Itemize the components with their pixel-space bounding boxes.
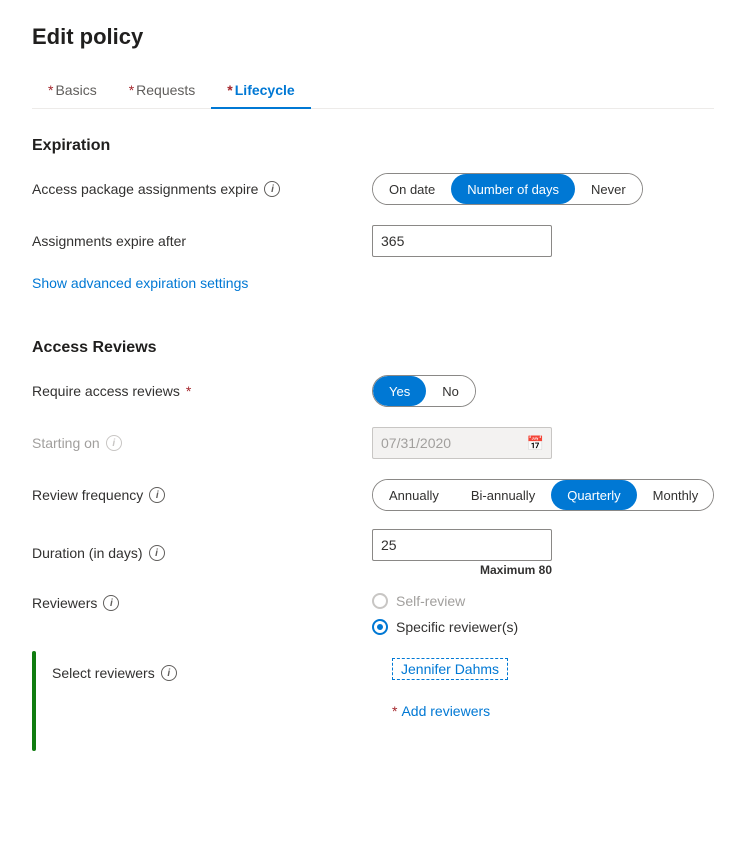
access-reviews-section: Access Reviews Require access reviews * … [32, 339, 714, 751]
specific-reviewer-label: Specific reviewer(s) [396, 619, 518, 635]
frequency-row: Review frequency i Annually Bi-annually … [32, 477, 714, 513]
tab-requests[interactable]: *Requests [113, 74, 212, 108]
require-reviews-row: Require access reviews * Yes No [32, 373, 714, 409]
expire-row: Access package assignments expire i On d… [32, 171, 714, 207]
access-reviews-title: Access Reviews [32, 339, 714, 357]
reviewers-info-icon[interactable]: i [103, 595, 119, 611]
require-reviews-toggle: Yes No [372, 375, 476, 407]
starting-on-row: Starting on i 📅 [32, 425, 714, 461]
reviewer-radio-group: Self-review Specific reviewer(s) [372, 593, 518, 635]
tab-bar: *Basics *Requests *Lifecycle [32, 74, 714, 109]
expire-number-of-days-btn[interactable]: Number of days [451, 174, 575, 204]
select-reviewers-label: Select reviewers i [52, 665, 392, 681]
advanced-expiration-link[interactable]: Show advanced expiration settings [32, 275, 248, 291]
expire-after-label: Assignments expire after [32, 233, 372, 249]
select-reviewers-info-icon[interactable]: i [161, 665, 177, 681]
expire-toggle-group: On date Number of days Never [372, 173, 643, 205]
reviewers-row: Reviewers i Self-review Specific reviewe… [32, 593, 714, 635]
require-yes-btn[interactable]: Yes [373, 376, 426, 406]
duration-input[interactable] [372, 529, 552, 561]
page-title: Edit policy [32, 24, 714, 50]
specific-reviewer-option[interactable]: Specific reviewer(s) [372, 619, 518, 635]
add-reviewers-star: * [392, 703, 397, 719]
frequency-monthly-btn[interactable]: Monthly [637, 480, 714, 510]
expire-never-btn[interactable]: Never [575, 174, 642, 204]
duration-label: Duration (in days) i [32, 545, 372, 561]
green-accent-bar [32, 651, 36, 751]
expiration-title: Expiration [32, 137, 714, 155]
self-review-option[interactable]: Self-review [372, 593, 518, 609]
max-label: Maximum 80 [372, 563, 552, 577]
expiration-section: Expiration Access package assignments ex… [32, 137, 714, 315]
frequency-toggle-group: Annually Bi-annually Quarterly Monthly [372, 479, 714, 511]
expire-label: Access package assignments expire i [32, 181, 372, 197]
starting-on-input-wrap: 📅 [372, 427, 552, 459]
frequency-info-icon[interactable]: i [149, 487, 165, 503]
starting-on-label: Starting on i [32, 435, 372, 451]
select-reviewers-row: Select reviewers i Jennifer Dahms [52, 655, 714, 691]
tab-basics[interactable]: *Basics [32, 74, 113, 108]
expire-after-row: Assignments expire after [32, 223, 714, 259]
self-review-radio [372, 593, 388, 609]
frequency-label: Review frequency i [32, 487, 372, 503]
add-reviewers-row: * Add reviewers [392, 703, 714, 719]
duration-input-col: Maximum 80 [372, 529, 552, 577]
reviewers-label: Reviewers i [32, 593, 372, 611]
frequency-quarterly-btn[interactable]: Quarterly [551, 480, 636, 510]
require-star: * [186, 383, 191, 399]
add-reviewers-link[interactable]: * Add reviewers [392, 703, 714, 719]
require-no-btn[interactable]: No [426, 376, 475, 406]
duration-row: Duration (in days) i Maximum 80 [32, 529, 714, 577]
expire-after-input[interactable] [372, 225, 552, 257]
starting-on-info-icon[interactable]: i [106, 435, 122, 451]
starting-on-input[interactable] [372, 427, 552, 459]
frequency-annually-btn[interactable]: Annually [373, 480, 455, 510]
require-reviews-label: Require access reviews * [32, 383, 372, 399]
expire-info-icon[interactable]: i [264, 181, 280, 197]
self-review-label: Self-review [396, 593, 465, 609]
select-reviewers-section: Select reviewers i Jennifer Dahms * Add … [32, 651, 714, 751]
reviewer-chips: Jennifer Dahms [392, 658, 508, 688]
duration-info-icon[interactable]: i [149, 545, 165, 561]
tab-lifecycle[interactable]: *Lifecycle [211, 74, 310, 108]
frequency-bi-annually-btn[interactable]: Bi-annually [455, 480, 551, 510]
specific-reviewer-radio [372, 619, 388, 635]
reviewers-content: Select reviewers i Jennifer Dahms * Add … [52, 651, 714, 751]
expire-on-date-btn[interactable]: On date [373, 174, 451, 204]
reviewer-chip[interactable]: Jennifer Dahms [392, 658, 508, 680]
calendar-icon: 📅 [527, 435, 544, 452]
